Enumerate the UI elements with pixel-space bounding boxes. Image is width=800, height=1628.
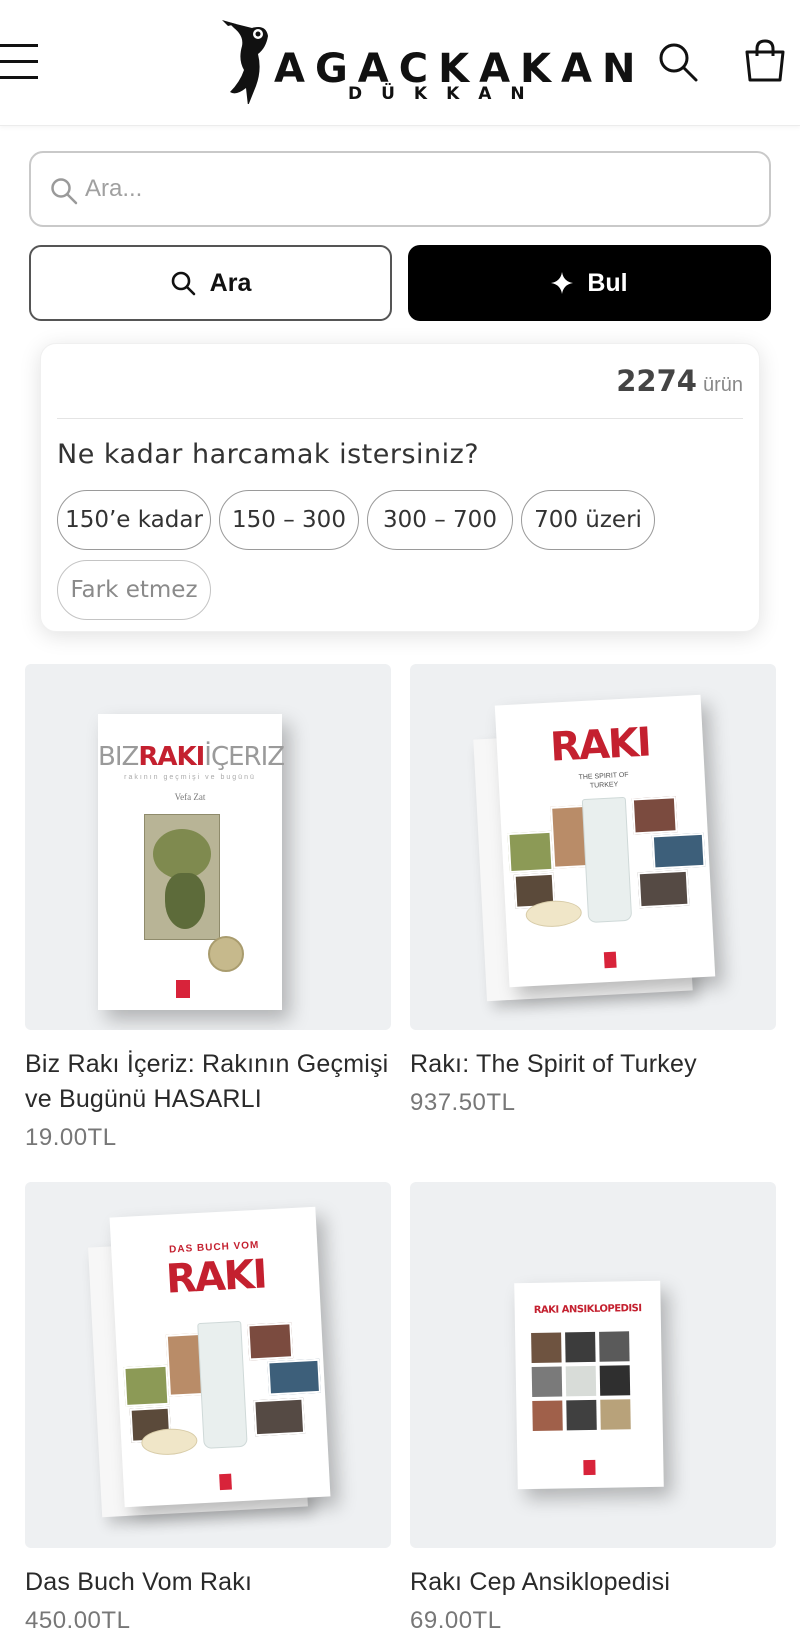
cover-subtitle: THE SPIRIT OF TURKEY bbox=[578, 771, 629, 790]
price-option-any[interactable]: Fark etmez bbox=[57, 560, 211, 620]
price-filter-card: 2274 ürün Ne kadar harcamak istersiniz? … bbox=[40, 343, 760, 632]
product-name[interactable]: Rakı Cep Ansiklopedisi bbox=[410, 1565, 776, 1600]
raki-glass bbox=[197, 1320, 248, 1449]
cover-title-right: İÇERIZ bbox=[204, 742, 285, 772]
cover-title-left: BIZ bbox=[98, 742, 139, 772]
book-cover: RAKI THE SPIRIT OF TURKEY bbox=[494, 694, 716, 988]
product-name[interactable]: Rakı: The Spirit of Turkey bbox=[410, 1047, 776, 1082]
cover-title-mid: RAKI bbox=[138, 742, 205, 772]
product-image[interactable]: RAKI ANSIKLOPEDISI bbox=[410, 1182, 776, 1548]
budget-question: Ne kadar harcamak istersiniz? bbox=[57, 439, 480, 470]
product-image[interactable]: DAS BUCH VOM RAKI bbox=[25, 1182, 391, 1548]
product-price: 19.00TL bbox=[25, 1124, 117, 1151]
site-logo[interactable]: AGACKAKAN DÜKKAN bbox=[222, 14, 635, 110]
book-cover: BIZRAKIİÇERIZ rakının geçmişi ve bugünü … bbox=[98, 714, 285, 1010]
product-count: 2274 ürün bbox=[616, 364, 743, 398]
search-button[interactable]: Ara bbox=[29, 245, 392, 321]
price-option-over-700[interactable]: 700 üzeri bbox=[521, 490, 655, 550]
product-card[interactable]: RAKI THE SPIRIT OF TURKEY Rakı: The Spir… bbox=[410, 664, 776, 1124]
publisher-logo-icon bbox=[603, 951, 617, 969]
search-input[interactable] bbox=[85, 153, 755, 225]
divider bbox=[57, 418, 743, 419]
cover-author: Vefa Zat bbox=[174, 792, 206, 802]
hamburger-menu-icon[interactable] bbox=[0, 44, 38, 80]
price-option-under-150[interactable]: 150’e kadar bbox=[57, 490, 211, 550]
product-count-number: 2274 bbox=[616, 364, 697, 398]
raki-glass bbox=[581, 796, 633, 923]
product-image[interactable]: BIZRAKIİÇERIZ rakının geçmişi ve bugünü … bbox=[25, 664, 391, 1030]
cover-title: RAKI bbox=[164, 1251, 267, 1303]
product-price: 937.50TL bbox=[410, 1089, 516, 1116]
search-icon[interactable] bbox=[656, 40, 700, 84]
cover-subtitle: rakının geçmişi ve bugünü bbox=[124, 774, 256, 781]
book-cover: DAS BUCH VOM RAKI bbox=[109, 1206, 331, 1508]
search-button-label: Ara bbox=[209, 268, 252, 297]
product-price: 450.00TL bbox=[25, 1607, 131, 1628]
logo-subtitle: DÜKKAN bbox=[348, 84, 544, 104]
publisher-logo-icon bbox=[176, 980, 190, 998]
product-card[interactable]: BIZRAKIİÇERIZ rakının geçmişi ve bugünü … bbox=[25, 664, 391, 1154]
publisher-logo-icon bbox=[219, 1473, 232, 1491]
find-button[interactable]: Bul bbox=[408, 245, 771, 321]
product-count-unit: ürün bbox=[702, 374, 743, 396]
product-name[interactable]: Biz Rakı İçeriz: Rakının Geçmişi ve Bugü… bbox=[25, 1047, 391, 1117]
search-field[interactable] bbox=[29, 151, 771, 227]
cover-title: RAKI ANSIKLOPEDISI bbox=[533, 1303, 642, 1316]
search-icon bbox=[51, 178, 78, 205]
price-option-300-700[interactable]: 300 – 700 bbox=[367, 490, 513, 550]
search-icon bbox=[171, 271, 195, 296]
shopping-bag-icon[interactable] bbox=[742, 38, 788, 84]
seal-icon bbox=[208, 936, 244, 972]
find-button-label: Bul bbox=[587, 268, 628, 297]
book-cover: RAKI ANSIKLOPEDISI bbox=[514, 1280, 664, 1490]
price-option-150-300[interactable]: 150 – 300 bbox=[219, 490, 359, 550]
product-card[interactable]: DAS BUCH VOM RAKI Das Buch Vom Rakı 450.… bbox=[25, 1182, 391, 1628]
publisher-logo-icon bbox=[583, 1459, 596, 1476]
product-card[interactable]: RAKI ANSIKLOPEDISI Rakı Cep Ansiklopedis… bbox=[410, 1182, 776, 1628]
product-price: 69.00TL bbox=[410, 1607, 502, 1628]
product-image[interactable]: RAKI THE SPIRIT OF TURKEY bbox=[410, 664, 776, 1030]
product-name[interactable]: Das Buch Vom Rakı bbox=[25, 1565, 391, 1600]
cover-title: RAKI bbox=[549, 719, 651, 771]
sparkle-icon bbox=[551, 272, 574, 294]
cover-illustration bbox=[144, 814, 220, 940]
site-header: AGACKAKAN DÜKKAN bbox=[0, 0, 800, 126]
